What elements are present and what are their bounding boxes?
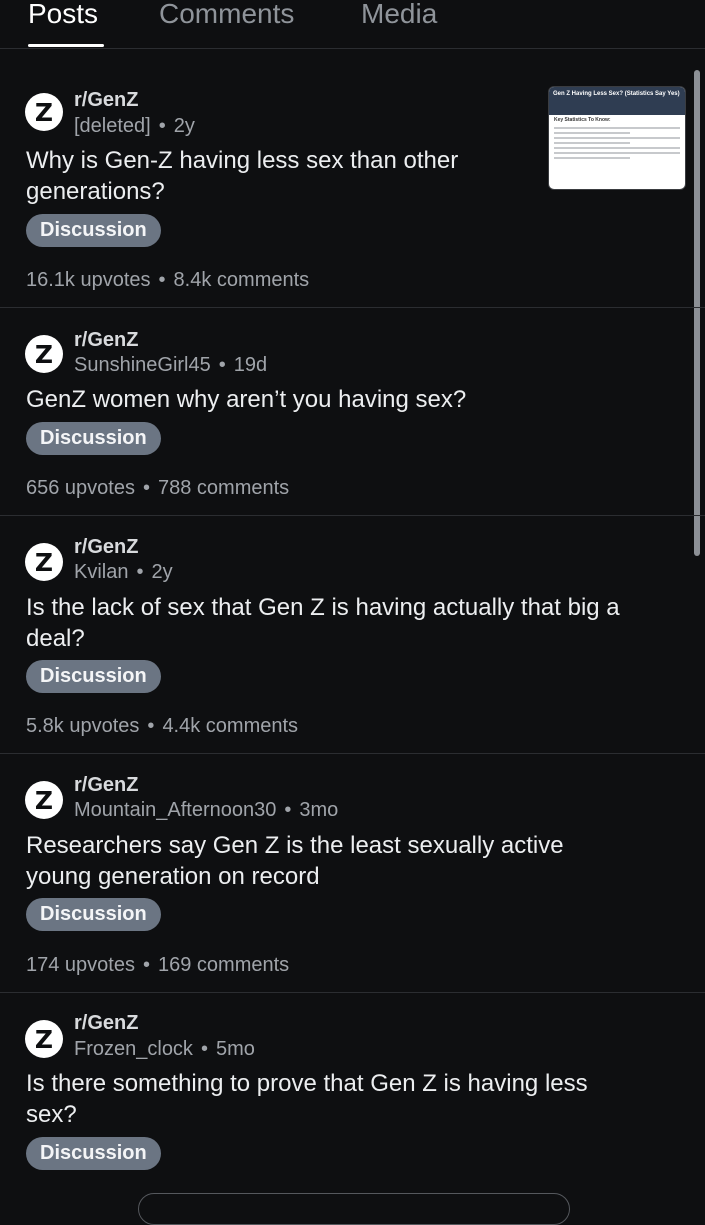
post-title-line: Is the lack of sex that Gen Z is having …	[26, 594, 620, 621]
flair-badge[interactable]: Discussion	[26, 1137, 161, 1170]
thumbnail-text-line	[554, 137, 680, 139]
post-title-line: Is there something to prove that Gen Z i…	[26, 1070, 588, 1097]
subreddit-avatar-letter: Z	[34, 1025, 54, 1054]
tab-posts[interactable]: Posts	[28, 0, 98, 34]
active-tab-indicator	[28, 44, 104, 47]
tab-comments[interactable]: Comments	[159, 0, 294, 34]
subreddit-avatar[interactable]: Z	[25, 93, 63, 131]
author-name[interactable]: SunshineGirl45	[74, 354, 211, 376]
separator-dot: •	[147, 715, 155, 737]
comment-count: 4.4k comments	[162, 715, 299, 737]
subreddit-avatar[interactable]: Z	[25, 335, 63, 373]
post-title-line: generations?	[26, 178, 165, 205]
post-stats: 16.1k upvotes • 8.4k comments	[26, 268, 309, 292]
post-stats: 174 upvotes • 169 comments	[26, 953, 289, 977]
thumbnail-text-line	[554, 142, 630, 144]
post-meta: Frozen_clock • 5mo	[74, 1037, 255, 1061]
subreddit-avatar-letter: Z	[34, 786, 54, 815]
separator-dot: •	[284, 799, 292, 821]
tab-media[interactable]: Media	[361, 0, 437, 34]
post-title-line: deal?	[26, 625, 85, 652]
flair-badge[interactable]: Discussion	[26, 898, 161, 931]
subreddit-avatar-letter: Z	[34, 340, 54, 369]
thumbnail-text-line	[554, 152, 680, 154]
post-age: 5mo	[215, 1038, 255, 1060]
post-thumbnail[interactable]: Gen Z Having Less Sex? (Statistics Say Y…	[548, 86, 686, 190]
post-card[interactable]: Z r/GenZ Frozen_clock • 5mo Is there somet…	[0, 993, 705, 1200]
upvote-count: 656 upvotes	[26, 477, 135, 499]
post-title-line: Researchers say Gen Z is the least sexua…	[26, 832, 564, 859]
post-title[interactable]: Is the lack of sex that Gen Z is having …	[26, 592, 620, 654]
author-name[interactable]: [deleted]	[74, 115, 151, 137]
subreddit-avatar[interactable]: Z	[25, 1020, 63, 1058]
comment-count: 169 comments	[158, 954, 290, 976]
thumbnail-body: Key Statistics To Know:	[549, 115, 685, 165]
tab-bar: Posts Comments Media	[0, 0, 705, 49]
comment-count: 788 comments	[158, 477, 290, 499]
post-title[interactable]: Is there something to prove that Gen Z i…	[26, 1068, 588, 1130]
separator-dot: •	[158, 115, 166, 137]
post-title[interactable]: Why is Gen-Z having less sex than other …	[26, 145, 458, 207]
post-stats: 656 upvotes • 788 comments	[26, 476, 289, 500]
subreddit-avatar-letter: Z	[34, 548, 54, 577]
author-name[interactable]: Frozen_clock	[74, 1038, 193, 1060]
post-stats: 5.8k upvotes • 4.4k comments	[26, 714, 298, 738]
post-title-line: Why is Gen-Z having less sex than other	[26, 147, 459, 174]
thumbnail-header: Gen Z Having Less Sex? (Statistics Say Y…	[549, 87, 685, 115]
post-meta: Kvilan • 2y	[74, 560, 173, 584]
separator-dot: •	[200, 1038, 208, 1060]
subreddit-name[interactable]: r/GenZ	[74, 1011, 138, 1035]
upvote-count: 16.1k upvotes	[26, 269, 151, 291]
flair-badge[interactable]: Discussion	[26, 214, 161, 247]
thumbnail-text-line	[554, 127, 680, 129]
post-meta: SunshineGirl45 • 19d	[74, 353, 267, 377]
upvote-count: 174 upvotes	[26, 954, 135, 976]
separator-dot: •	[142, 954, 150, 976]
post-card[interactable]: Z r/GenZ Kvilan • 2y Is the lack of sex th…	[0, 516, 705, 754]
post-age: 3mo	[299, 799, 339, 821]
thumbnail-text-line	[554, 132, 630, 134]
post-age: 2y	[173, 115, 195, 137]
subreddit-name[interactable]: r/GenZ	[74, 535, 138, 559]
post-title-line: young generation on record	[26, 863, 320, 890]
post-title[interactable]: Researchers say Gen Z is the least sexua…	[26, 830, 564, 892]
post-meta: Mountain_Afternoon30 • 3mo	[74, 798, 338, 822]
thumbnail-subheading: Key Statistics To Know:	[554, 117, 611, 123]
subreddit-avatar[interactable]: Z	[25, 781, 63, 819]
flair-badge[interactable]: Discussion	[26, 422, 161, 455]
separator-dot: •	[158, 269, 166, 291]
comment-count: 8.4k comments	[173, 269, 310, 291]
separator-dot: •	[136, 561, 144, 583]
post-age: 19d	[233, 354, 268, 376]
post-card[interactable]: Z r/GenZ Mountain_Afternoon30 • 3mo Resear…	[0, 754, 705, 993]
post-meta: [deleted] • 2y	[74, 114, 195, 138]
author-name[interactable]: Kvilan	[74, 561, 128, 583]
subreddit-name[interactable]: r/GenZ	[74, 328, 138, 352]
upvote-count: 5.8k upvotes	[26, 715, 140, 737]
thumbnail-subtext-lines	[553, 100, 681, 105]
thumbnail-heading: Gen Z Having Less Sex? (Statistics Say Y…	[553, 91, 680, 97]
author-name[interactable]: Mountain_Afternoon30	[74, 799, 276, 821]
thumbnail-text-line	[554, 157, 630, 159]
post-title-line: GenZ women why aren’t you having sex?	[26, 386, 467, 413]
flair-badge[interactable]: Discussion	[26, 660, 161, 693]
subreddit-name[interactable]: r/GenZ	[74, 88, 138, 112]
subreddit-avatar[interactable]: Z	[25, 543, 63, 581]
subreddit-avatar-letter: Z	[34, 98, 54, 127]
subreddit-name[interactable]: r/GenZ	[74, 773, 138, 797]
post-age: 2y	[151, 561, 173, 583]
separator-dot: •	[218, 354, 226, 376]
thumbnail-text-line	[554, 147, 680, 149]
post-title[interactable]: GenZ women why aren’t you having sex?	[26, 384, 466, 415]
bottom-floating-bar[interactable]	[138, 1193, 570, 1225]
post-title-line: sex?	[26, 1101, 77, 1128]
separator-dot: •	[142, 477, 150, 499]
post-card[interactable]: Z r/GenZ SunshineGirl45 • 19d GenZ women w…	[0, 308, 705, 516]
